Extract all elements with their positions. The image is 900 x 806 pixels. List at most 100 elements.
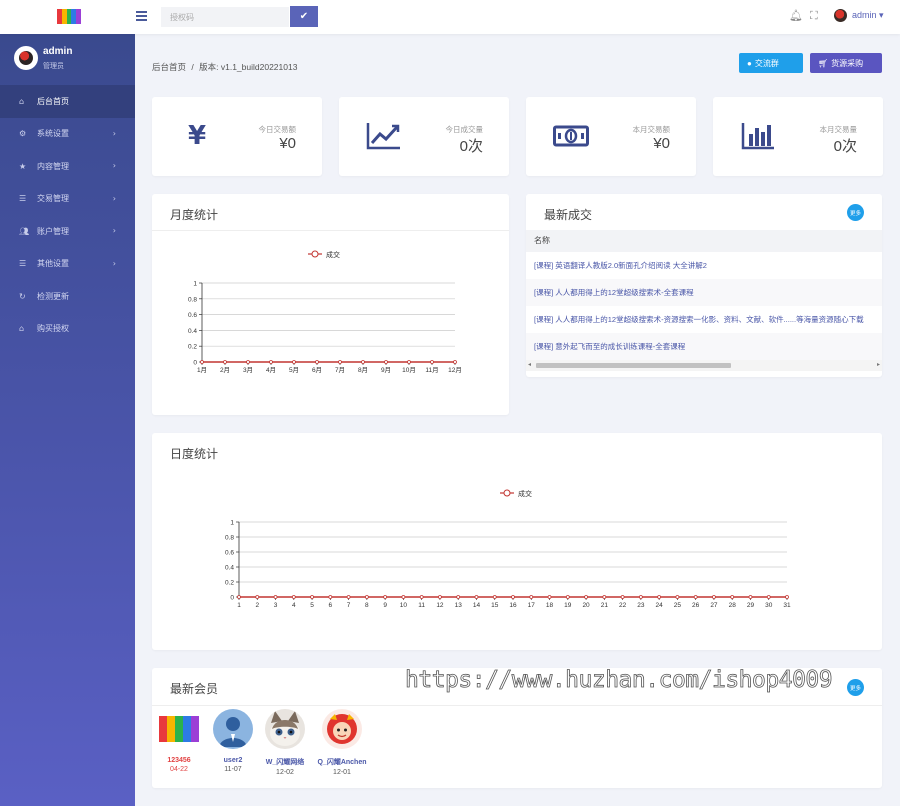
x-tick-label: 2 <box>255 602 259 609</box>
home-icon: ⌂ <box>19 324 25 334</box>
member-avatar[interactable] <box>159 709 199 749</box>
purchase-button[interactable]: 🛒︎ 货源采购 <box>810 53 882 73</box>
y-tick-label: 0.4 <box>225 565 234 572</box>
more-button[interactable]: 更多 <box>847 679 864 696</box>
data-point <box>383 595 388 599</box>
home-icon: ⌂ <box>19 96 25 106</box>
more-button[interactable]: 更多 <box>847 204 864 221</box>
y-tick-label: 0.6 <box>188 312 197 319</box>
data-point <box>384 360 388 364</box>
scroll-left-icon[interactable]: ◂ <box>528 361 531 368</box>
profile-name: admin <box>43 46 73 57</box>
x-tick-label: 12 <box>436 602 444 609</box>
sidebar-item-3[interactable]: ☰ 交易管理 › <box>0 183 135 216</box>
data-point <box>310 595 314 599</box>
chevron-right-icon: › <box>112 193 116 203</box>
x-tick-label: 25 <box>674 602 682 609</box>
chevron-down-icon: ▾ <box>879 10 884 20</box>
data-point <box>748 595 753 599</box>
member-item[interactable]: W_闪耀网络 12-02 <box>260 709 310 776</box>
breadcrumb-version: 版本: v1.1_build20221013 <box>199 62 298 72</box>
x-tick-label: 7 <box>347 602 351 609</box>
member-date: 12-02 <box>276 769 294 776</box>
x-tick-label: 23 <box>637 602 645 609</box>
data-point <box>584 595 588 599</box>
table-row[interactable]: [课程] 人人都用得上的12堂超级搜索术-资源搜索一化影、资料、文献、软件...… <box>526 306 882 333</box>
logo[interactable] <box>57 9 81 24</box>
cart-icon: 🛒︎ <box>818 58 829 68</box>
logo-stripe <box>191 716 199 742</box>
top-bar: ✔ 🔔︎ ⛶ admin ▾ <box>0 0 900 34</box>
stat-value: 0次 <box>833 138 857 155</box>
x-tick-label: 8 <box>365 602 369 609</box>
panel-title: 最新会员 <box>170 682 219 696</box>
data-point <box>361 360 365 364</box>
group-chat-button[interactable]: ● 交流群 <box>739 53 803 73</box>
monthly-line-chart: 成交00.20.40.60.811月 2月 3月 4月 5月 6月 7月 8月 9月 10月 11月… <box>188 250 462 374</box>
data-point <box>407 360 411 364</box>
purchase-label: 货源采购 <box>831 58 864 68</box>
table-row[interactable]: [课程] 英语翻译人教版2.0新面孔介绍阅读 大全讲解2 <box>526 252 882 279</box>
daily-stats-panel: 日度统计 成交 0 0.2 0.4 0.6 0.8 1 1 2 3 4 5 6 7 8 9 10 11 12 13 14… <box>152 433 882 650</box>
sidebar-item-2[interactable]: ★ 内容管理 › <box>0 150 135 183</box>
member-avatar[interactable] <box>265 709 305 749</box>
data-point <box>766 595 771 599</box>
logo-stripe <box>159 716 167 742</box>
sidebar-item-5[interactable]: ☰ 其他设置 › <box>0 248 135 281</box>
table-row[interactable]: [课程] 人人都用得上的12堂超级搜索术-全套课程 <box>526 279 882 306</box>
legend-label: 成交 <box>518 489 532 498</box>
sidebar-item-4[interactable]: 👥︎ 账户管理 › <box>0 215 135 248</box>
data-point <box>730 595 735 599</box>
horizontal-scrollbar[interactable]: ◂ ▸ <box>526 360 882 371</box>
data-point <box>547 595 552 599</box>
x-tick-label: 24 <box>656 602 664 609</box>
scroll-thumb[interactable] <box>536 363 731 368</box>
member-item[interactable]: Q_闪耀Anchen 12-01 <box>317 709 367 776</box>
sidebar-item-label: 购买授权 <box>37 324 69 334</box>
x-tick-label: 4月 <box>266 366 276 374</box>
member-avatar[interactable] <box>213 709 253 749</box>
data-point <box>273 595 278 599</box>
trend-chart-icon <box>363 119 405 153</box>
stat-value: 0次 <box>459 138 483 155</box>
data-point <box>602 595 607 599</box>
data-point <box>292 360 296 364</box>
sidebar-item-0[interactable]: ⌂ 后台首页 <box>0 85 135 118</box>
sidebar-item-6[interactable]: ↻ 检测更新 <box>0 280 135 313</box>
avatar[interactable] <box>834 9 847 22</box>
x-tick-label: 18 <box>546 602 554 609</box>
divider <box>152 705 882 706</box>
table-row[interactable]: [课程] 意外起飞而至的成长训练课程-全套课程 <box>526 333 882 360</box>
member-avatar[interactable] <box>322 709 362 749</box>
member-item[interactable]: 123456 04-22 <box>154 709 204 773</box>
breadcrumb-home[interactable]: 后台首页 <box>152 62 186 72</box>
license-code-input[interactable] <box>161 7 289 27</box>
stat-label: 本月交易量 <box>819 125 858 134</box>
data-point <box>315 360 319 364</box>
bell-icon[interactable]: 🔔︎ <box>789 9 803 22</box>
stat-label: 今日交易额 <box>258 125 297 134</box>
stat-card-today-amount: ¥ 今日交易额 ¥0 <box>152 97 322 176</box>
sidebar-item-label: 检测更新 <box>37 291 69 301</box>
breadcrumb-separator: / <box>191 62 194 72</box>
member-item[interactable]: user2 11-07 <box>208 709 258 773</box>
sidebar-item-1[interactable]: ⚙ 系统设置 › <box>0 118 135 151</box>
fullscreen-icon[interactable]: ⛶ <box>810 9 818 23</box>
latest-deals-panel: 最新成交 更多 名称 [课程] 英语翻译人教版2.0新面孔介绍阅读 大全讲解2 … <box>526 194 882 377</box>
profile-role: 管理员 <box>43 63 64 70</box>
y-tick-label: 0.2 <box>188 344 197 351</box>
y-tick-label: 0.8 <box>188 296 197 303</box>
menu-toggle-icon[interactable] <box>136 11 147 21</box>
x-tick-label: 10 <box>400 602 408 609</box>
x-tick-label: 2月 <box>220 366 230 374</box>
money-icon <box>550 119 592 153</box>
data-point <box>419 595 424 599</box>
panel-title: 最新成交 <box>544 208 593 222</box>
x-tick-label: 27 <box>710 602 718 609</box>
watermark-text: https://www.huzhan.com/ishop4009 <box>405 667 833 694</box>
user-menu[interactable]: admin ▾ <box>852 10 884 21</box>
sidebar-item-label: 内容管理 <box>37 161 69 171</box>
scroll-right-icon[interactable]: ▸ <box>877 361 880 368</box>
sidebar-item-7[interactable]: ⌂ 购买授权 <box>0 313 135 346</box>
confirm-button[interactable]: ✔ <box>290 6 318 27</box>
